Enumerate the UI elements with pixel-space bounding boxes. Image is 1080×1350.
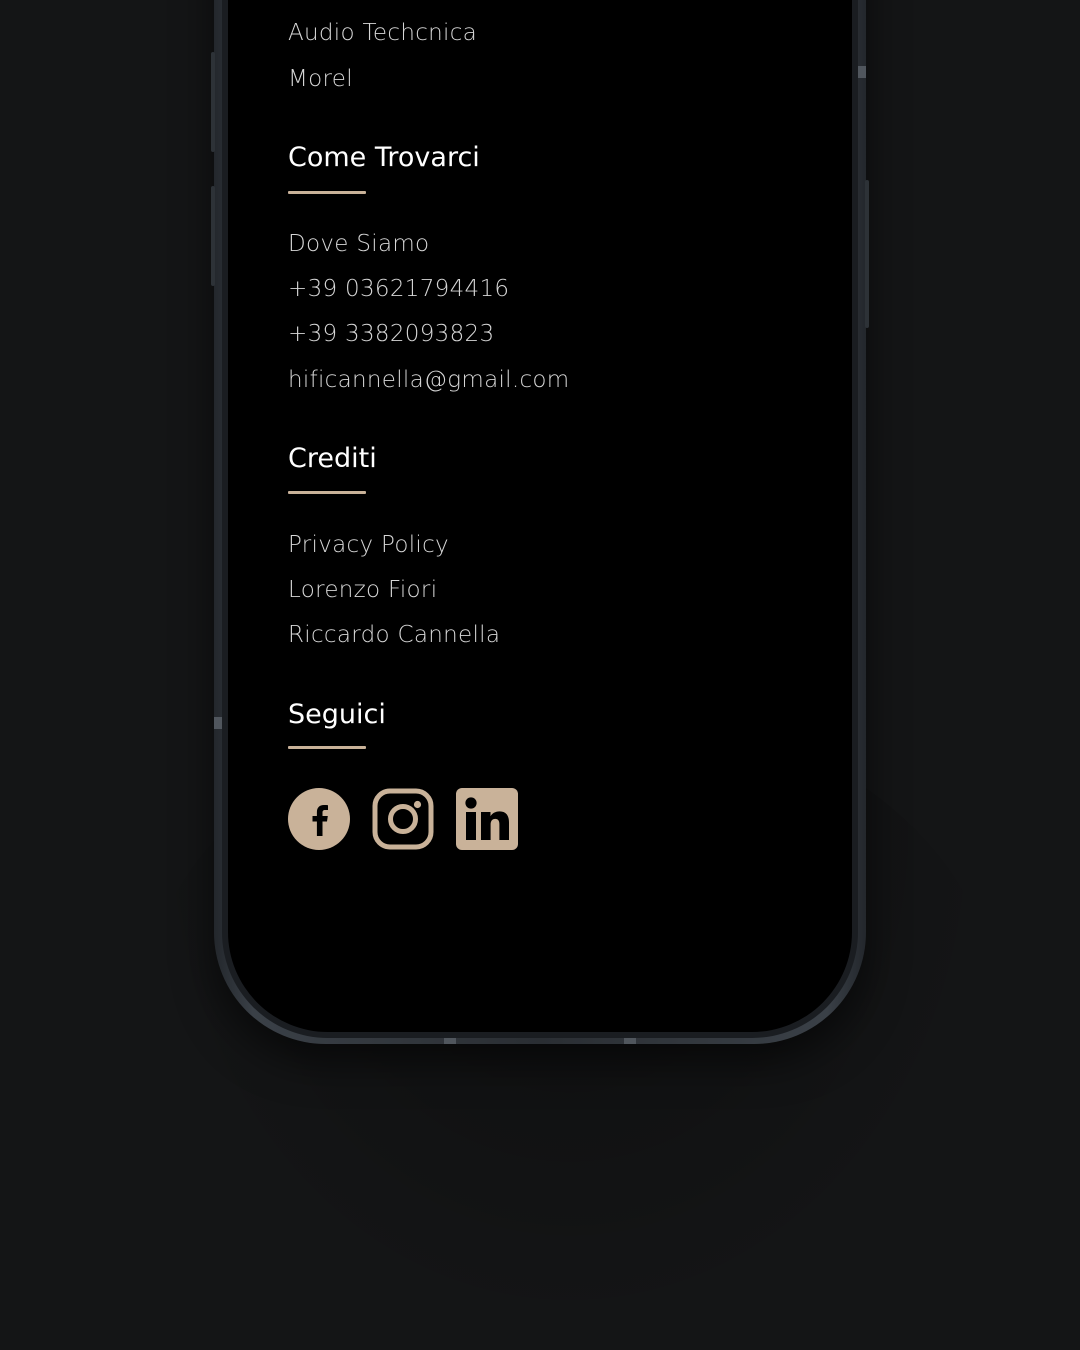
heading-crediti: Crediti: [288, 443, 377, 474]
heading-seguici: Seguici: [288, 699, 386, 730]
link-lorenzo-fiori[interactable]: Lorenzo Fiori: [288, 577, 437, 603]
left-side-button-2: [211, 186, 215, 286]
link-phone-1[interactable]: +39 03621794416: [288, 276, 509, 302]
heading-underline: [288, 746, 366, 749]
phone-frame: Audio Techcnica Morel Come Trovarci Dove…: [211, 0, 869, 1044]
heading-underline: [288, 491, 366, 494]
instagram-icon[interactable]: [372, 788, 434, 850]
link-email[interactable]: hificannella@gmail.com: [288, 367, 570, 393]
linkedin-icon[interactable]: [456, 788, 518, 850]
link-privacy-policy[interactable]: Privacy Policy: [288, 532, 449, 558]
link-audio-techcnica[interactable]: Audio Techcnica: [288, 20, 477, 46]
link-morel[interactable]: Morel: [288, 66, 353, 92]
heading-come-trovarci: Come Trovarci: [288, 142, 480, 173]
link-dove-siamo[interactable]: Dove Siamo: [288, 231, 429, 257]
footer-content: Audio Techcnica Morel Come Trovarci Dove…: [288, 0, 822, 1032]
facebook-icon[interactable]: [288, 788, 350, 850]
right-side-button: [865, 180, 869, 328]
phone-screen: Audio Techcnica Morel Come Trovarci Dove…: [228, 0, 852, 1032]
link-phone-2[interactable]: +39 3382093823: [288, 321, 494, 347]
link-riccardo-cannella[interactable]: Riccardo Cannella: [288, 622, 500, 648]
heading-underline: [288, 191, 366, 194]
left-side-button-1: [211, 52, 215, 152]
